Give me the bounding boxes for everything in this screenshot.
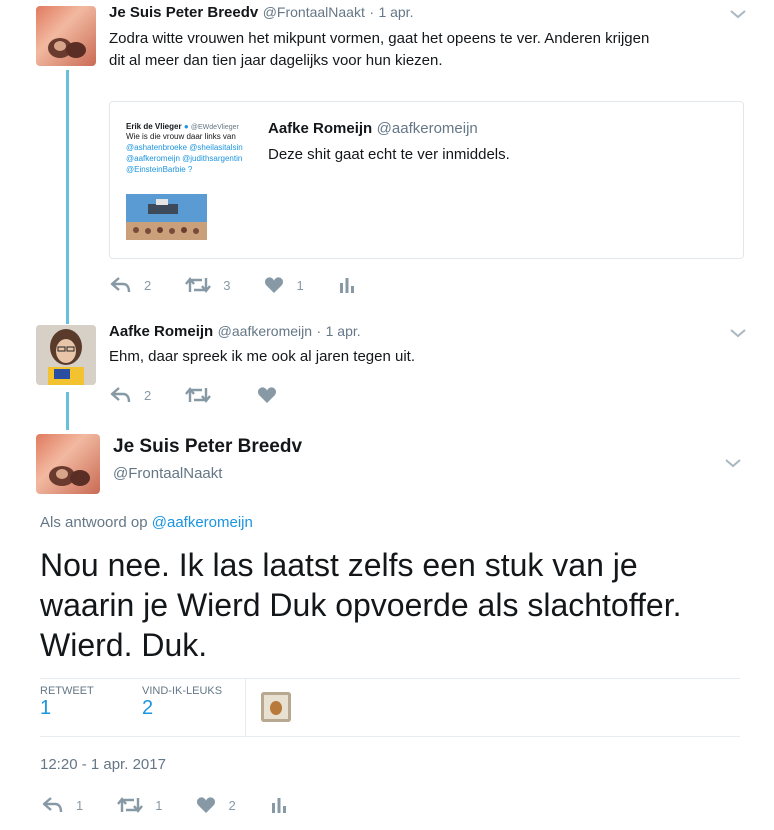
embedded-text: @ashatenbroeke @sheilasitalsin bbox=[126, 143, 243, 152]
tweet-text: Zodra witte vrouwen het mikpunt vormen, … bbox=[109, 28, 749, 72]
embedded-handle: @EWdeVlieger bbox=[190, 124, 239, 131]
tweet-text: Ehm, daar spreek ik me ook al jaren tege… bbox=[109, 348, 415, 365]
tweet-text-line: dit al meer dan tien jaar dagelijks voor… bbox=[109, 52, 443, 69]
separator: · bbox=[369, 4, 374, 20]
author-name[interactable]: Aafke Romeijn bbox=[109, 323, 213, 340]
avatar[interactable] bbox=[36, 325, 96, 385]
like-count: 2 bbox=[228, 797, 236, 813]
embedded-text: @EinsteinBarbie ? bbox=[126, 165, 193, 174]
divider bbox=[40, 678, 740, 679]
reply-button[interactable]: 2 bbox=[110, 386, 151, 404]
quoted-text: Deze shit gaat echt te ver inmiddels. bbox=[268, 146, 510, 163]
like-button[interactable]: 2 bbox=[196, 796, 236, 814]
author-handle[interactable]: @FrontaalNaakt bbox=[263, 4, 365, 20]
heart-icon bbox=[265, 277, 284, 293]
embedded-text: Wie is die vrouw daar links van bbox=[126, 132, 236, 141]
author-handle[interactable]: @FrontaalNaakt bbox=[113, 465, 222, 482]
reply-icon bbox=[42, 797, 63, 813]
divider bbox=[245, 679, 246, 736]
liker-avatar[interactable] bbox=[261, 692, 291, 722]
like-button[interactable] bbox=[257, 386, 289, 404]
reply-count: 1 bbox=[76, 797, 84, 813]
retweet-icon bbox=[117, 797, 144, 813]
tweet-actions: 1 1 2 bbox=[42, 796, 334, 814]
avatar[interactable] bbox=[36, 6, 96, 66]
retweet-button[interactable]: 3 bbox=[185, 276, 230, 294]
chevron-down-icon[interactable] bbox=[724, 457, 742, 469]
author-name[interactable]: Je Suis Peter Breedv bbox=[113, 436, 302, 458]
retweet-icon bbox=[185, 277, 212, 293]
reply-count: 2 bbox=[144, 387, 152, 403]
reply-context: Als antwoord op @aafkeromeijn bbox=[40, 514, 253, 531]
likes-stat-value: 2 bbox=[142, 697, 154, 719]
tweet-text-line: Zodra witte vrouwen het mikpunt vormen, … bbox=[109, 30, 650, 47]
tweet-text-line: waarin je Wierd Duk opvoerde als slachto… bbox=[40, 587, 682, 623]
embedded-text: @aafkeromeijn @judithsargentin bbox=[126, 154, 243, 163]
main-tweet-text: Nou nee. Ik las laatst zelfs een stuk va… bbox=[40, 545, 682, 665]
tweet-timestamp[interactable]: 12:20 - 1 apr. 2017 bbox=[40, 756, 166, 773]
like-count: 1 bbox=[296, 277, 304, 293]
tweet-date[interactable]: 1 apr. bbox=[326, 323, 361, 339]
avatar-image bbox=[48, 38, 86, 58]
thread-line bbox=[66, 70, 69, 324]
heart-icon bbox=[197, 797, 216, 813]
reply-to-link[interactable]: @aafkeromeijn bbox=[152, 514, 253, 531]
avatar[interactable] bbox=[36, 434, 100, 494]
chevron-down-icon[interactable] bbox=[729, 8, 747, 20]
retweet-count: 1 bbox=[155, 797, 163, 813]
reply-count: 2 bbox=[144, 277, 152, 293]
heart-icon bbox=[258, 387, 277, 403]
embedded-photo bbox=[126, 194, 207, 240]
analytics-icon bbox=[271, 798, 286, 813]
reply-icon bbox=[110, 277, 131, 293]
author-handle[interactable]: @aafkeromeijn bbox=[218, 323, 312, 339]
likes-stat-label: VIND-IK-LEUKS bbox=[142, 685, 223, 697]
separator: · bbox=[316, 323, 322, 339]
reply-button[interactable]: 1 bbox=[42, 796, 83, 814]
quoted-tweet[interactable]: Erik de Vlieger ● @EWdeVlieger Wie is di… bbox=[109, 101, 744, 259]
tweet-actions: 2 3 1 bbox=[110, 276, 402, 294]
likes-stat[interactable]: VIND-IK-LEUKS 2 bbox=[142, 685, 222, 720]
quoted-header: Aafke Romeijn @aafkeromeijn bbox=[268, 120, 478, 138]
retweet-button[interactable] bbox=[185, 386, 223, 404]
retweet-stat[interactable]: RETWEET 1 bbox=[40, 685, 94, 720]
thread-line bbox=[66, 392, 69, 430]
reply-icon bbox=[110, 387, 131, 403]
retweet-icon bbox=[185, 387, 212, 403]
chevron-down-icon[interactable] bbox=[729, 327, 747, 339]
embedded-author: Erik de Vlieger bbox=[126, 122, 182, 131]
quoted-author-name[interactable]: Aafke Romeijn bbox=[268, 120, 372, 137]
retweet-count: 3 bbox=[223, 277, 231, 293]
tweet-date[interactable]: 1 apr. bbox=[378, 4, 413, 20]
tweet-text-line: Nou nee. Ik las laatst zelfs een stuk va… bbox=[40, 547, 638, 583]
tweet-actions: 2 bbox=[110, 386, 323, 404]
avatar-image bbox=[36, 325, 96, 385]
tweet-header: Aafke Romeijn @aafkeromeijn · 1 apr. bbox=[109, 323, 361, 341]
author-name[interactable]: Je Suis Peter Breedv bbox=[109, 4, 258, 21]
tweet-text-line: Wierd. Duk. bbox=[40, 627, 208, 663]
avatar-image bbox=[261, 692, 291, 722]
analytics-button[interactable] bbox=[270, 796, 300, 814]
avatar-image bbox=[49, 466, 90, 486]
retweet-button[interactable]: 1 bbox=[117, 796, 162, 814]
reply-context-label: Als antwoord op bbox=[40, 514, 148, 531]
retweet-stat-value: 1 bbox=[40, 697, 52, 719]
quoted-author-handle[interactable]: @aafkeromeijn bbox=[377, 120, 478, 137]
tweet-header: Je Suis Peter Breedv @FrontaalNaakt · 1 … bbox=[109, 4, 413, 22]
reply-button[interactable]: 2 bbox=[110, 276, 151, 294]
quoted-media[interactable]: Erik de Vlieger ● @EWdeVlieger Wie is di… bbox=[126, 122, 256, 240]
retweet-stat-label: RETWEET bbox=[40, 685, 94, 697]
embedded-header: Erik de Vlieger ● @EWdeVlieger bbox=[126, 122, 239, 131]
analytics-icon bbox=[339, 278, 354, 293]
analytics-button[interactable] bbox=[338, 276, 368, 294]
divider bbox=[40, 736, 740, 737]
like-button[interactable]: 1 bbox=[264, 276, 304, 294]
